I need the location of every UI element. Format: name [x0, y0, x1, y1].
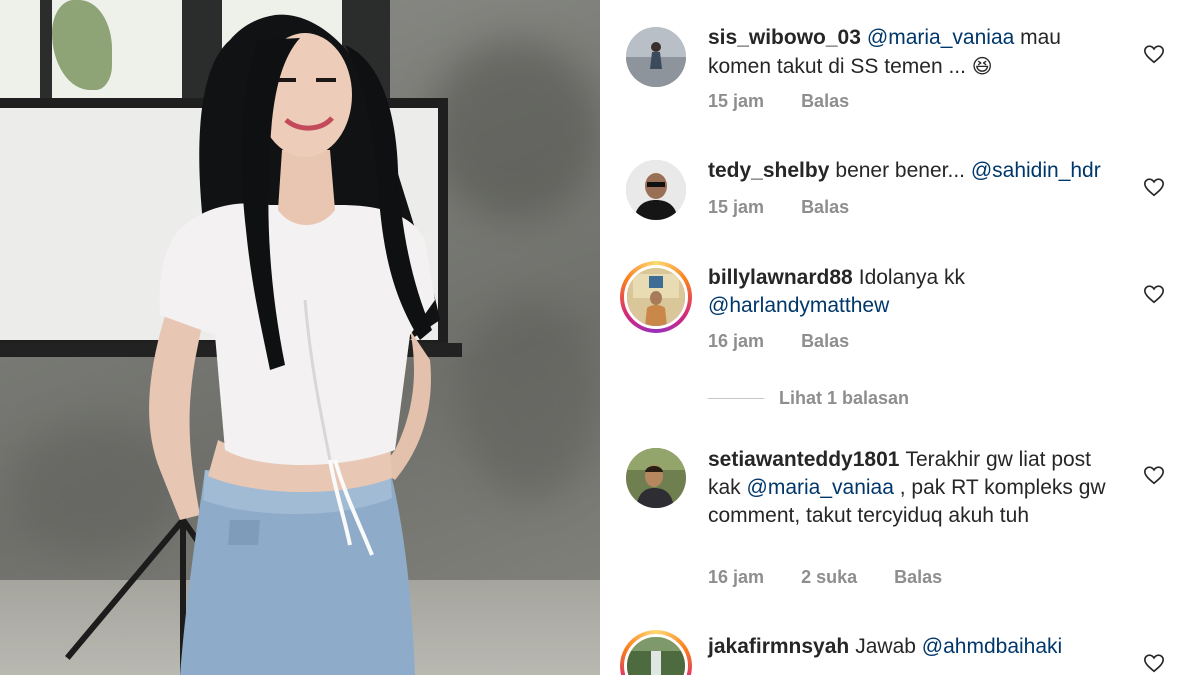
comment-time: 16 jam: [708, 331, 765, 351]
comment-username[interactable]: tedy_shelby: [708, 159, 829, 182]
comment-text: setiawanteddy1801 Terakhir gw liat post k…: [708, 446, 1128, 530]
heart-outline-icon[interactable]: [1143, 652, 1165, 674]
reply-button[interactable]: Balas: [801, 91, 849, 111]
comment-text: billylawnard88 Idolanya kk @harlandymatth…: [708, 264, 1128, 320]
comment-mention[interactable]: @ahmdbaihaki: [922, 635, 1062, 658]
avatar[interactable]: [626, 27, 686, 87]
heart-outline-icon[interactable]: [1143, 43, 1165, 65]
comment-body-text: Idolanya kk: [858, 266, 965, 289]
heart-outline-icon[interactable]: [1143, 464, 1165, 486]
comment-time: 15 jam: [708, 197, 765, 217]
comment-mention[interactable]: @maria_vaniaa: [747, 476, 894, 499]
comment-username[interactable]: billylawnard88: [708, 266, 853, 289]
comment-meta: 15 jam Balas: [708, 197, 881, 218]
comment-text: jakafirmnsyah Jawab @ahmdbaihaki: [708, 633, 1128, 661]
comment-mention[interactable]: @maria_vaniaa: [867, 26, 1014, 49]
reply-button[interactable]: Balas: [801, 197, 849, 217]
comment-username[interactable]: sis_wibowo_03: [708, 26, 861, 49]
comment-body-text: Jawab: [855, 635, 922, 658]
divider-line: [708, 398, 764, 399]
comment-meta: 16 jam Balas: [708, 331, 881, 352]
comment-mention[interactable]: @harlandymatthew: [708, 294, 889, 317]
reply-button[interactable]: Balas: [894, 567, 942, 587]
comment-body-text: bener bener...: [835, 159, 971, 182]
comment-username[interactable]: jakafirmnsyah: [708, 635, 849, 658]
comment-text: sis_wibowo_03 @maria_vaniaa mau komen tak…: [708, 24, 1128, 81]
woman-figure: [149, 14, 440, 675]
comment-time: 15 jam: [708, 91, 765, 111]
view-replies-label: Lihat 1 balasan: [779, 388, 910, 408]
comment-text: tedy_shelby bener bener... @sahidin_hdr: [708, 157, 1128, 185]
story-ring-avatar[interactable]: [620, 630, 692, 675]
comment-mention[interactable]: @sahidin_hdr: [971, 159, 1101, 182]
heart-outline-icon[interactable]: [1143, 176, 1165, 198]
heart-outline-icon[interactable]: [1143, 283, 1165, 305]
comment-like-count[interactable]: 2 suka: [801, 567, 857, 587]
comment-username[interactable]: setiawanteddy1801: [708, 448, 899, 471]
comment-meta: 16 jam 2 suka Balas: [708, 567, 974, 588]
post-photo: [0, 0, 600, 675]
avatar[interactable]: [626, 160, 686, 220]
comment-meta: 15 jam Balas: [708, 91, 881, 112]
laughing-emoji-icon: 😆: [971, 54, 993, 78]
view-replies-button[interactable]: Lihat 1 balasan: [708, 388, 909, 409]
reply-button[interactable]: Balas: [801, 331, 849, 351]
avatar[interactable]: [626, 448, 686, 508]
comments-panel: sis_wibowo_03 @maria_vaniaa mau komen tak…: [600, 0, 1200, 675]
comment-time: 16 jam: [708, 567, 765, 587]
story-ring-avatar[interactable]: [620, 261, 692, 333]
